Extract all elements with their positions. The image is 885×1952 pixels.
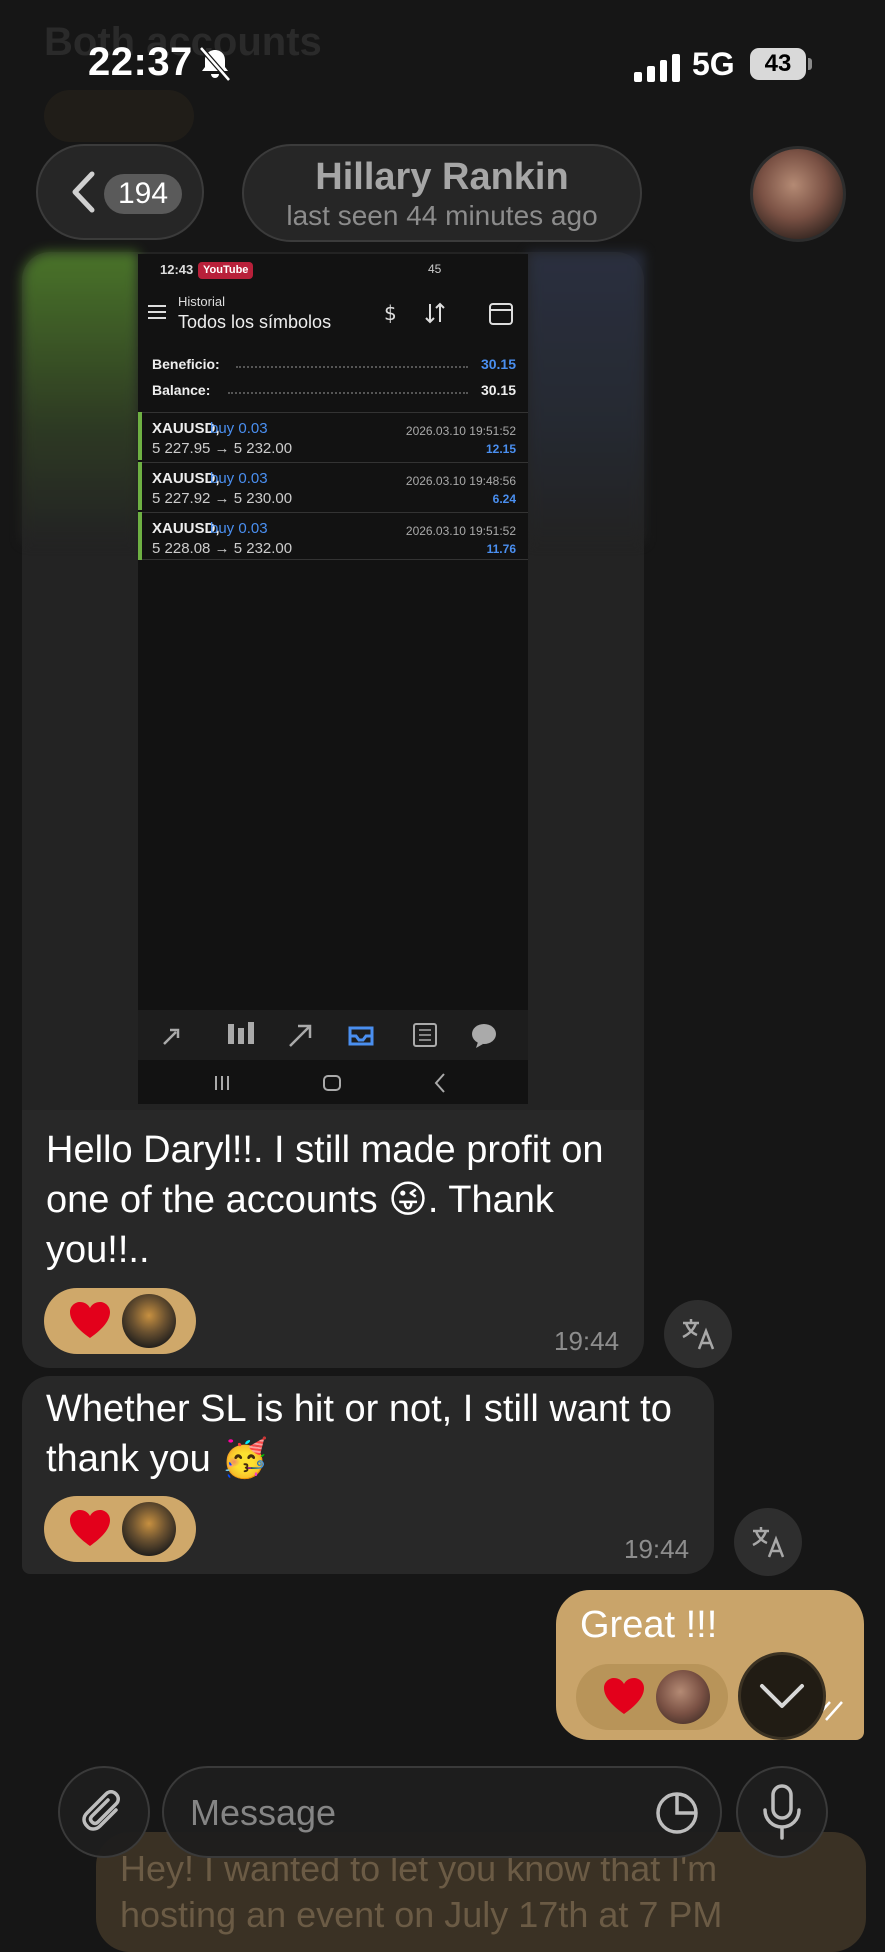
beneficio-value: 30.15 <box>480 356 516 372</box>
outgoing-message-text: Great !!! <box>580 1604 718 1646</box>
dotted-leader <box>236 366 468 368</box>
translate-icon <box>752 1527 785 1558</box>
trade-prices: 5 227.92 → 5 230.00 <box>152 490 293 507</box>
balance-value: 30.15 <box>480 382 516 398</box>
screenshot-time: 12:43 <box>160 262 194 277</box>
bell-muted-icon <box>199 46 231 82</box>
sticker-icon[interactable] <box>654 1790 700 1836</box>
message-text: Whether SL is hit or not, I still want t… <box>46 1388 672 1480</box>
image-blur-left <box>22 252 138 542</box>
trade-profit: 11.76 <box>486 542 516 556</box>
message-input[interactable] <box>188 1784 632 1842</box>
chevron-left-icon <box>72 171 95 213</box>
heart-icon <box>70 1510 110 1546</box>
screenshot-system-nav <box>215 1073 445 1093</box>
message-text: Hello Daryl!!. I still made profit on on… <box>46 1129 604 1271</box>
last-seen-status: last seen 44 minutes ago <box>286 200 598 231</box>
screenshot-app-badge: YouTube <box>198 262 254 279</box>
trade-side: buy 0.03 <box>210 470 268 487</box>
message-time: 19:44 <box>554 1326 620 1356</box>
reactor-avatar <box>122 1294 176 1348</box>
contact-avatar[interactable] <box>750 146 846 242</box>
svg-text:$: $ <box>384 301 397 325</box>
trade-indicator <box>138 412 142 460</box>
trade-prices: 5 228.08 → 5 232.00 <box>152 540 293 557</box>
screenshot-title: Todos los símbolos <box>178 312 332 332</box>
trade-side: buy 0.03 <box>210 520 268 537</box>
image-blur-right <box>528 252 644 542</box>
signal-icon <box>634 50 680 82</box>
trade-prices: 5 227.95 → 5 232.00 <box>152 440 293 457</box>
contact-name: Hillary Rankin <box>315 156 569 198</box>
heart-icon <box>604 1678 644 1714</box>
reactor-avatar <box>656 1670 710 1724</box>
microphone-icon <box>763 1784 801 1840</box>
screenshot-toolbar-icons: $ <box>384 301 513 325</box>
paperclip-icon <box>82 1790 120 1831</box>
trade-timestamp: 2026.03.10 19:51:52 <box>405 424 516 438</box>
trade-timestamp: 2026.03.10 19:51:52 <box>405 524 516 538</box>
reactor-avatar <box>122 1502 176 1556</box>
heart-icon <box>70 1302 110 1338</box>
chevron-down-icon <box>760 1684 804 1708</box>
network-type: 5G <box>692 46 735 82</box>
trade-indicator <box>138 512 142 560</box>
screenshot-nav-icons <box>163 1022 496 1048</box>
balance-label: Balance: <box>152 382 211 398</box>
dotted-leader <box>228 392 468 394</box>
ghost-reaction <box>44 90 194 142</box>
battery-icon: 43 <box>750 48 806 80</box>
trade-timestamp: 2026.03.10 19:48:56 <box>405 474 516 488</box>
trade-profit: 6.24 <box>492 492 516 506</box>
beneficio-label: Beneficio: <box>152 356 220 372</box>
trade-indicator <box>138 462 142 510</box>
trade-side: buy 0.03 <box>210 420 268 437</box>
status-time: 22:37 <box>88 40 193 84</box>
unread-count-badge: 194 <box>104 174 182 214</box>
hamburger-menu-icon <box>148 305 166 319</box>
message-time: 19:44 <box>624 1534 690 1564</box>
trade-profit: 12.15 <box>485 442 516 456</box>
translate-icon <box>682 1319 715 1350</box>
screenshot-subtitle: Historial <box>178 294 225 309</box>
screenshot-battery: 45 <box>428 262 442 276</box>
battery-tip <box>808 58 812 70</box>
